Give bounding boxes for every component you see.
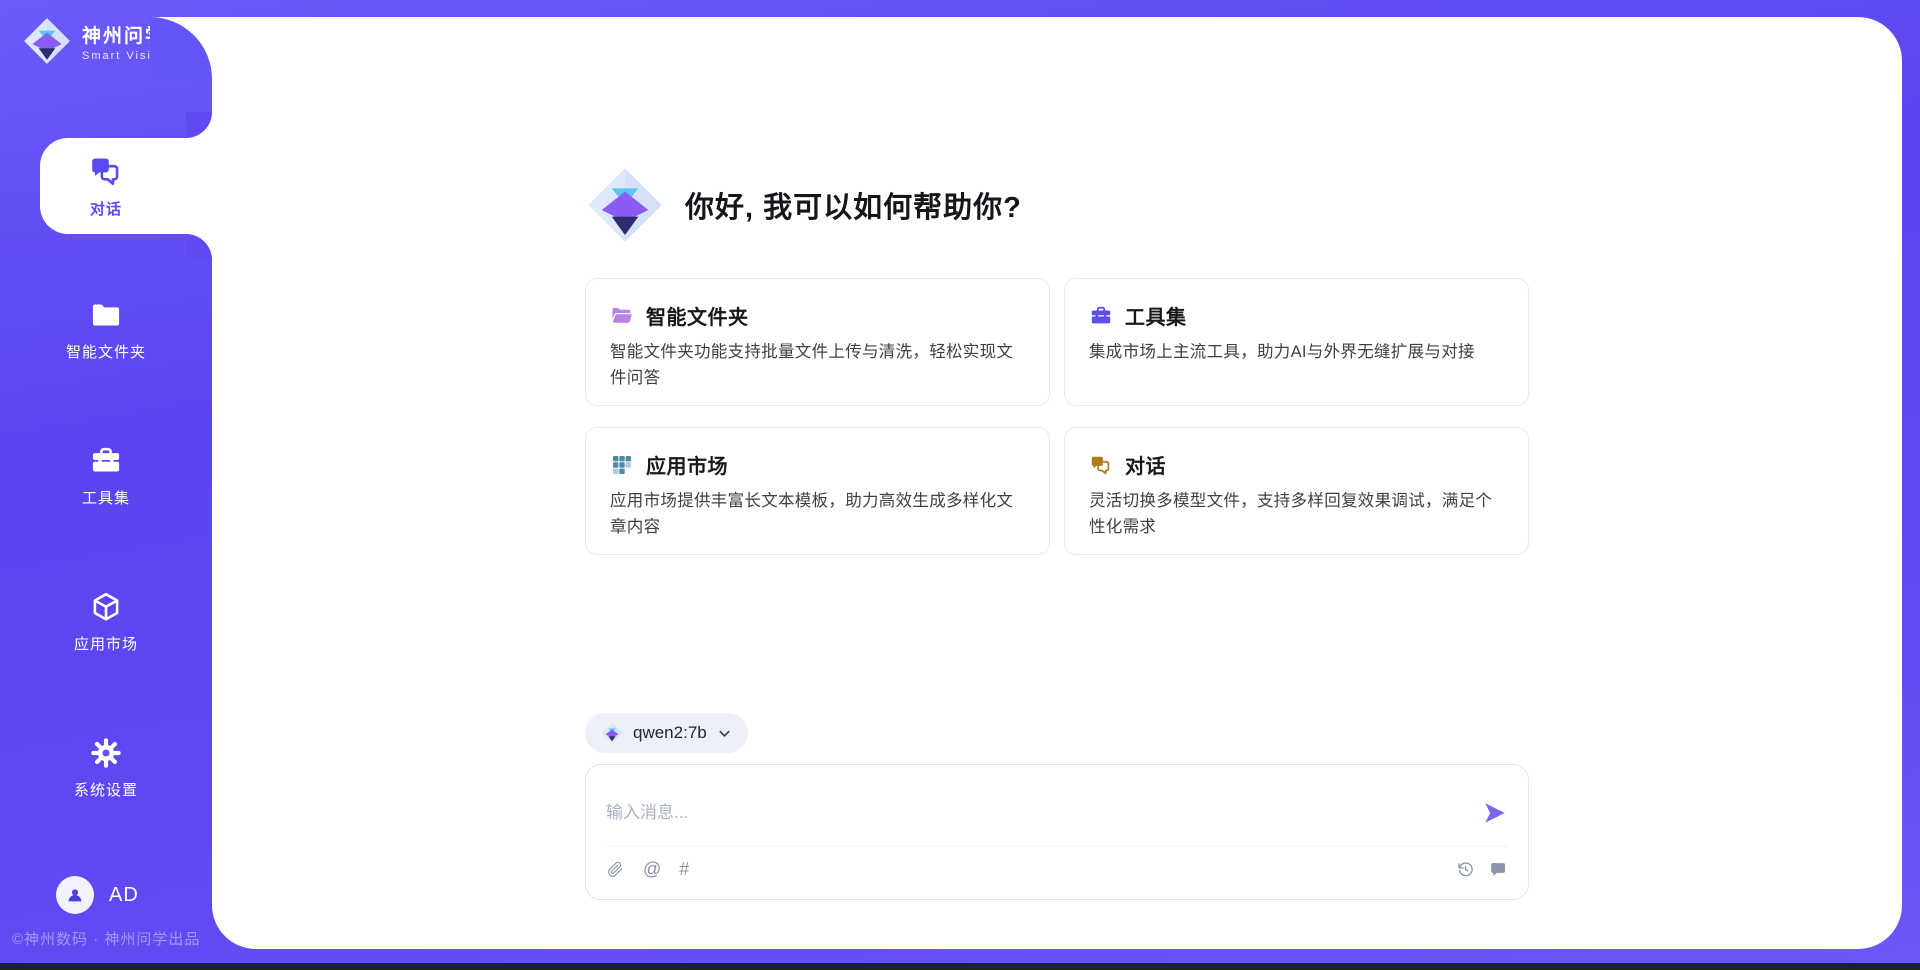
- attachment-icon[interactable]: [606, 860, 625, 879]
- feature-cards: 智能文件夹 智能文件夹功能支持批量文件上传与清洗，轻松实现文件问答: [585, 278, 1529, 555]
- card-description: 智能文件夹功能支持批量文件上传与清洗，轻松实现文件问答: [610, 340, 1025, 391]
- bottom-edge-strip: [0, 963, 1920, 970]
- card-description: 灵活切换多模型文件，支持多样回复效果调试，满足个性化需求: [1089, 489, 1504, 540]
- card-title: 对话: [1125, 450, 1166, 479]
- model-name: qwen2:7b: [633, 723, 707, 743]
- sidebar-item-app-market[interactable]: 应用市场: [0, 574, 212, 670]
- mention-icon[interactable]: @: [643, 860, 661, 878]
- brand: 神州问学 Smart Vision: [22, 16, 168, 66]
- avatar: [56, 876, 94, 914]
- chat-bubbles-icon: [1089, 453, 1113, 477]
- message-input[interactable]: [606, 803, 1482, 823]
- card-description: 集成市场上主流工具，助力AI与外界无缝扩展与对接: [1089, 340, 1504, 366]
- card-app-market[interactable]: 应用市场 应用市场提供丰富长文本模板，助力高效生成多样化文章内容: [585, 427, 1050, 555]
- composer: qwen2:7b: [585, 713, 1529, 900]
- active-tab-fillet-top: [186, 112, 212, 138]
- active-tab-fillet-bottom: [186, 234, 212, 260]
- card-toolset[interactable]: 工具集 集成市场上主流工具，助力AI与外界无缝扩展与对接: [1064, 278, 1529, 406]
- feedback-icon[interactable]: [1489, 860, 1508, 879]
- grid-blocks-icon: [610, 453, 634, 477]
- cube-icon: [89, 590, 123, 624]
- card-chat[interactable]: 对话 灵活切换多模型文件，支持多样回复效果调试，满足个性化需求: [1064, 427, 1529, 555]
- sidebar-item-chat[interactable]: 对话: [0, 138, 212, 234]
- sidebar-item-toolset[interactable]: 工具集: [0, 428, 212, 524]
- panel-top-swoosh: [150, 17, 212, 79]
- model-logo-icon: [601, 722, 623, 744]
- toolbox-icon: [89, 444, 123, 478]
- gear-icon: [89, 736, 123, 770]
- card-title: 应用市场: [646, 450, 728, 479]
- page-title: 你好, 我可以如何帮助你?: [685, 184, 1022, 226]
- user-initials: AD: [109, 884, 139, 907]
- send-icon[interactable]: [1482, 800, 1508, 826]
- card-title: 智能文件夹: [646, 301, 749, 330]
- card-title: 工具集: [1125, 301, 1187, 330]
- sidebar-item-label: 智能文件夹: [66, 341, 146, 362]
- toolbox-icon: [1089, 304, 1113, 328]
- chat-bubbles-icon: [88, 153, 124, 189]
- welcome-header: 你好, 我可以如何帮助你?: [585, 165, 1529, 245]
- hashtag-icon[interactable]: #: [679, 860, 689, 878]
- card-smart-folder[interactable]: 智能文件夹 智能文件夹功能支持批量文件上传与清洗，轻松实现文件问答: [585, 278, 1050, 406]
- sidebar-item-label: 工具集: [82, 487, 130, 508]
- sidebar-item-label: 系统设置: [74, 779, 138, 800]
- user-profile[interactable]: AD: [56, 876, 139, 914]
- chevron-down-icon: [717, 726, 732, 741]
- copyright-text: ©神州数码 · 神州问学出品: [12, 928, 200, 949]
- folder-open-icon: [610, 304, 634, 328]
- sidebar: 神州问学 Smart Vision 对话 智能文件夹: [0, 0, 212, 970]
- brand-logo-icon: [22, 16, 72, 66]
- sidebar-item-smart-folder[interactable]: 智能文件夹: [0, 282, 212, 378]
- welcome-logo-icon: [585, 165, 665, 245]
- model-selector[interactable]: qwen2:7b: [585, 713, 748, 753]
- sidebar-item-label: 应用市场: [74, 633, 138, 654]
- main-panel: 你好, 我可以如何帮助你? 智能文件夹 智能文件夹功能支持批量文件上传与清洗，轻…: [212, 17, 1902, 949]
- message-input-box: @ #: [585, 764, 1529, 900]
- sidebar-item-label: 对话: [90, 198, 122, 219]
- folder-icon: [89, 298, 123, 332]
- history-icon[interactable]: [1456, 860, 1475, 879]
- sidebar-item-settings[interactable]: 系统设置: [0, 720, 212, 816]
- card-description: 应用市场提供丰富长文本模板，助力高效生成多样化文章内容: [610, 489, 1025, 540]
